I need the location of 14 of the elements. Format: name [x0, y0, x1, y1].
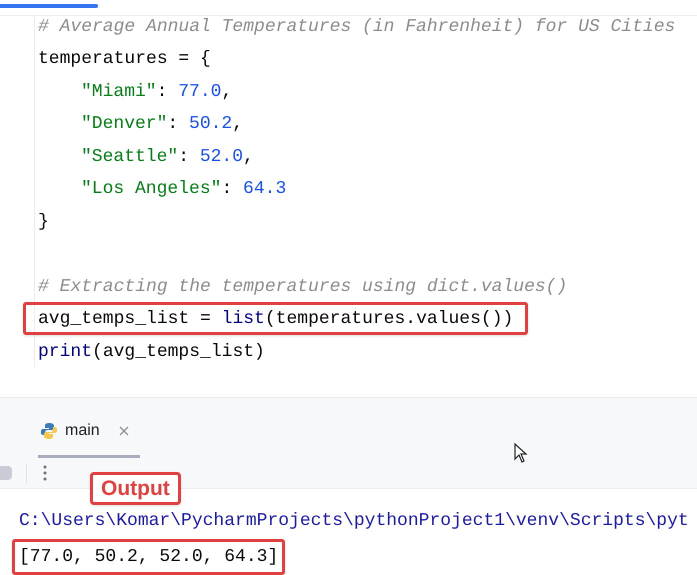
python-icon [40, 422, 58, 440]
code-line: "Miami": 77.0, [80, 80, 234, 104]
code-line: "Seattle": 52.0, [80, 146, 255, 169]
code-line: print(avg_temps_list) [37, 340, 266, 364]
more-icon[interactable] [43, 464, 47, 481]
code-line: "Denver": 50.2, [80, 113, 244, 136]
close-icon[interactable] [118, 426, 129, 436]
code-line: } [37, 210, 50, 234]
code-line: "Los Angeles": 64.3 [80, 178, 288, 202]
code-line: # Extracting the temperatures using dict.values() [37, 276, 568, 299]
code-line: temperatures = { [37, 48, 212, 72]
console-line: C:\Users\Komar\PycharmProjects\pythonProject1\venv\Scripts\pyt [18, 510, 690, 533]
output-callout: Output [90, 472, 181, 505]
code-line: # Average Annual Temperatures (in Fahrenheit) for US Cities [37, 16, 676, 39]
